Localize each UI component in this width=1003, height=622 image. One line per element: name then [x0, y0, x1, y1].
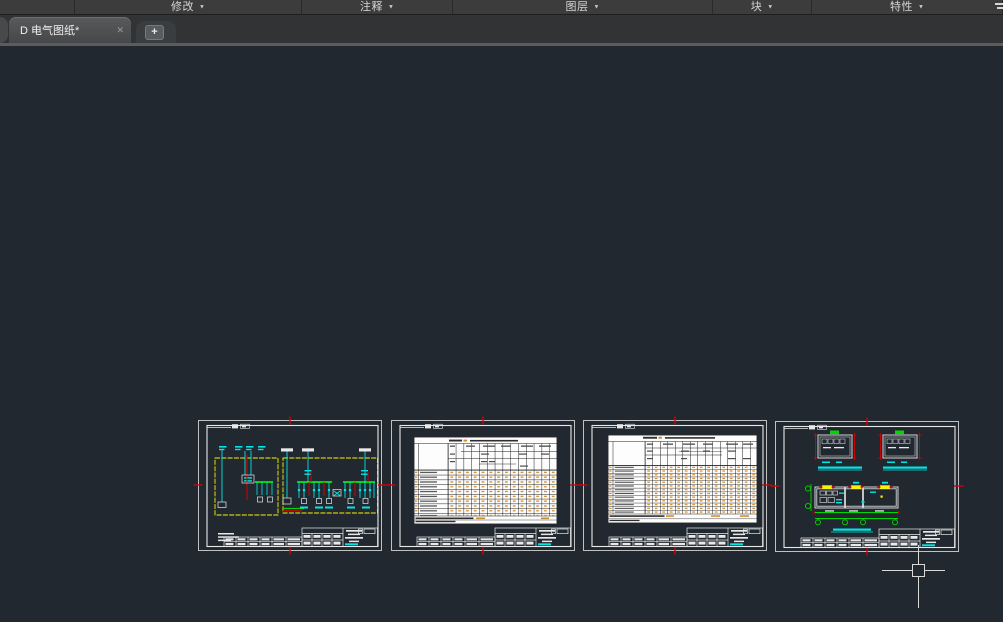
elevation-view-a: [813, 430, 857, 464]
schedule-table-content: [413, 436, 558, 525]
crosshair-bottom-arm: [918, 576, 919, 608]
crosshair-pickbox: [912, 564, 925, 577]
ribbon-panel-label: 图层: [565, 0, 589, 13]
file-tab-electrical-drawings[interactable]: D 电气图纸* ✕: [9, 17, 131, 43]
new-tab-button[interactable]: +: [136, 21, 176, 43]
sheet-frame: [769, 416, 965, 557]
autocad-window: 修改 ▼ 注释 ▼ 图层 ▼ 块 ▼ 特性 ▼ D 电气图纸* ✕ +: [0, 0, 1003, 622]
file-tab-label: D 电气图纸*: [20, 25, 80, 37]
crosshair-left-arm: [882, 570, 912, 571]
ribbon-panel-annotate[interactable]: 注释 ▼: [302, 0, 453, 14]
chevron-down-icon: ▼: [767, 4, 774, 11]
drawing-canvas[interactable]: [0, 46, 1003, 622]
elevation-view-b: [878, 430, 922, 464]
close-icon[interactable]: ✕: [116, 24, 124, 36]
single-line-diagram-content: [214, 446, 378, 542]
clipped-panel-label: [993, 2, 1003, 12]
ribbon-panel-strip: 修改 ▼ 注释 ▼ 图层 ▼ 块 ▼ 特性 ▼: [0, 0, 1003, 15]
tab-bar-edge-stub: [0, 17, 8, 43]
ribbon-panel-block[interactable]: 块 ▼: [713, 0, 812, 14]
ribbon-panel-properties[interactable]: 特性 ▼: [812, 0, 1003, 14]
ribbon-panel-label: 注释: [360, 0, 384, 13]
schedule-table-content: [607, 434, 758, 524]
drawing-sheet-schedule-table-1[interactable]: [385, 415, 581, 556]
ribbon-panel-label: 修改: [171, 0, 195, 13]
ribbon-panel-modify[interactable]: 修改 ▼: [75, 0, 302, 14]
plus-icon: +: [145, 25, 164, 40]
ribbon-panel-leading[interactable]: [0, 0, 75, 14]
drawing-sheet-single-line-diagram[interactable]: [192, 415, 388, 556]
drawing-sheet-layout-plan[interactable]: [769, 416, 965, 557]
drawing-sheet-schedule-table-2[interactable]: [577, 415, 773, 556]
chevron-down-icon: ▼: [388, 4, 394, 11]
ribbon-panel-layers[interactable]: 图层 ▼: [453, 0, 713, 14]
chevron-down-icon: ▼: [593, 4, 600, 11]
chevron-down-icon: ▼: [199, 4, 205, 11]
crosshair-top-arm: [918, 545, 919, 564]
chevron-down-icon: ▼: [918, 4, 924, 11]
ribbon-panel-label: 特性: [890, 0, 914, 13]
file-tab-bar: D 电气图纸* ✕ +: [0, 15, 1003, 43]
layout-plan-content: [804, 430, 927, 533]
ribbon-panel-label: 块: [750, 0, 763, 13]
crosshair-right-arm: [924, 570, 945, 571]
